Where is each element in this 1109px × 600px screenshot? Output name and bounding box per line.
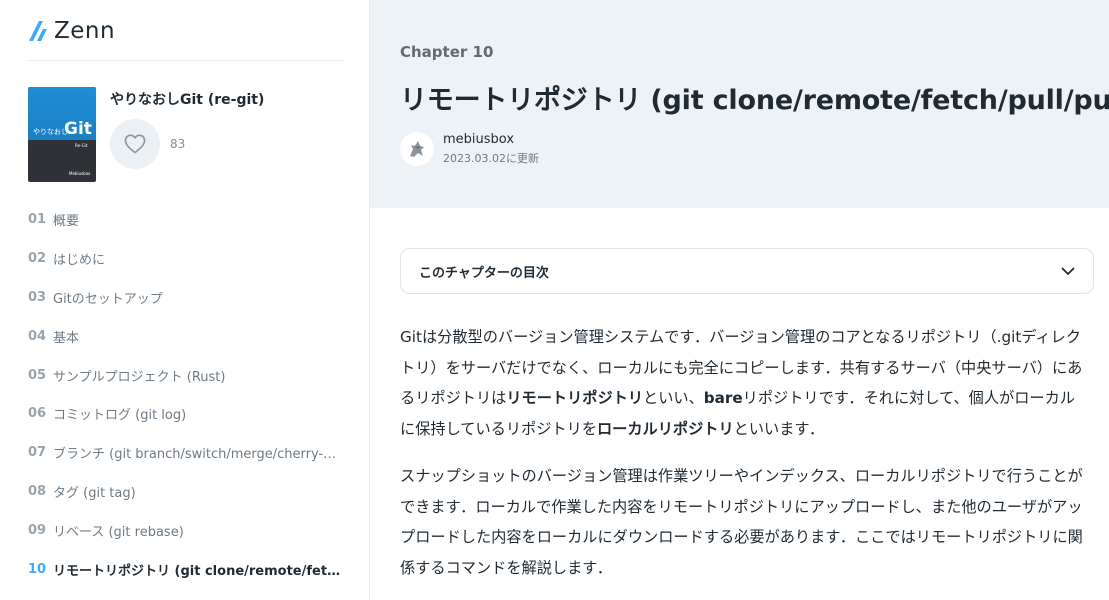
zenn-logo[interactable]: Zenn: [28, 18, 115, 44]
author-name[interactable]: mebiusbox: [443, 132, 539, 147]
book-header: やりなおし Git Re-Git Mebiusbox やりなおしGit (re-…: [28, 87, 264, 182]
chapter-number: 01: [28, 211, 47, 227]
paragraph-2: スナップショットのバージョン管理は作業ツリーやインデックス、ローカルリポジトリで…: [400, 467, 1083, 577]
paragraph-1: Gitは分散型のバージョン管理システムです．バージョン管理のコアとなるリポジトリ…: [400, 322, 1090, 444]
main-content: Chapter 10 リモートリポジトリ (git clone/remote/f…: [370, 0, 1109, 600]
article-body: Gitは分散型のバージョン管理システムです．バージョン管理のコアとなるリポジトリ…: [400, 322, 1090, 600]
text: といいます．: [733, 419, 825, 438]
chapter-item-07[interactable]: 07 ブランチ (git branch/switch/merge/cherry-p…: [28, 433, 344, 472]
chapter-label: リモートリポジトリ (git clone/remote/fetc...: [53, 563, 344, 579]
chapter-label: ブランチ (git branch/switch/merge/cherry-pi.…: [53, 447, 344, 463]
chapter-item-01[interactable]: 01 概要: [28, 200, 344, 239]
chapter-item-05[interactable]: 05 サンプルプロジェクト (Rust): [28, 356, 344, 395]
like-row: 83: [110, 119, 264, 169]
toc-label: このチャプターの目次: [419, 265, 549, 281]
book-info: やりなおしGit (re-git) 83: [110, 87, 264, 182]
sidebar: Zenn やりなおし Git Re-Git Mebiusbox やりなおしGit…: [0, 0, 370, 600]
chapter-number: 09: [28, 523, 47, 539]
chapter-item-09[interactable]: 09 リベース (git rebase): [28, 511, 344, 550]
avatar[interactable]: [400, 132, 434, 166]
author-info: mebiusbox 2023.03.02に更新: [443, 132, 539, 166]
book-cover[interactable]: やりなおし Git Re-Git Mebiusbox: [28, 87, 96, 182]
bold-text: ローカルリポジトリ: [596, 419, 734, 438]
chapter-number: 06: [28, 406, 47, 422]
cover-author: Mebiusbox: [69, 171, 91, 176]
chapter-number: 03: [28, 289, 47, 305]
chapter-item-02[interactable]: 02 はじめに: [28, 239, 344, 278]
chapter-number: 04: [28, 328, 47, 344]
heart-icon: [124, 134, 146, 154]
chapter-label: 基本: [53, 330, 80, 346]
cover-subtitle: Re-Git: [75, 143, 88, 148]
bold-text: bare: [703, 389, 743, 407]
chapter-item-10[interactable]: 10 リモートリポジトリ (git clone/remote/fetc...: [28, 550, 344, 589]
author-block: mebiusbox 2023.03.02に更新: [400, 132, 539, 166]
zenn-logo-icon: [29, 21, 47, 41]
chapter-header: Chapter 10 リモートリポジトリ (git clone/remote/f…: [370, 0, 1109, 208]
logo-text: Zenn: [54, 18, 116, 44]
chapter-item-06[interactable]: 06 コミットログ (git log): [28, 394, 344, 433]
author-avatar-icon: [410, 141, 424, 157]
chapter-label: リベース (git rebase): [53, 525, 184, 541]
chapter-number: 02: [28, 250, 47, 266]
bold-text: リモートリポジトリ: [506, 389, 643, 407]
cover-title-big: Git: [64, 119, 92, 139]
chapter-number: 10: [28, 561, 47, 577]
chapter-number: 05: [28, 367, 47, 383]
chevron-down-icon: [1061, 267, 1075, 275]
chapter-number-label: Chapter 10: [400, 43, 494, 61]
book-title[interactable]: やりなおしGit (re-git): [110, 89, 264, 109]
chapter-item-03[interactable]: 03 Gitのセットアップ: [28, 278, 344, 317]
like-button[interactable]: [110, 119, 160, 169]
chapter-label: 概要: [53, 213, 80, 229]
chapter-list: 01 概要 02 はじめに 03 Gitのセットアップ 04 基本 05 サンプルプロジェ…: [28, 200, 344, 589]
divider: [28, 60, 344, 61]
text: といい、: [643, 389, 704, 407]
updated-date: 2023.03.02に更新: [443, 152, 539, 165]
chapter-label: はじめに: [53, 252, 106, 268]
chapter-number: 07: [28, 445, 47, 461]
like-count: 83: [170, 137, 186, 151]
chapter-label: コミットログ (git log): [53, 408, 187, 424]
chapter-item-08[interactable]: 08 タグ (git tag): [28, 472, 344, 511]
cover-title-small: やりなおし: [33, 128, 68, 136]
toc-toggle[interactable]: このチャプターの目次: [400, 248, 1094, 294]
chapter-label: Gitのセットアップ: [53, 291, 163, 307]
chapter-label: タグ (git tag): [53, 486, 136, 502]
chapter-title: リモートリポジトリ (git clone/remote/fetch/pull/p…: [400, 85, 1109, 116]
chapter-item-04[interactable]: 04 基本: [28, 317, 344, 356]
chapter-number: 08: [28, 484, 47, 500]
chapter-label: サンプルプロジェクト (Rust): [53, 369, 226, 385]
